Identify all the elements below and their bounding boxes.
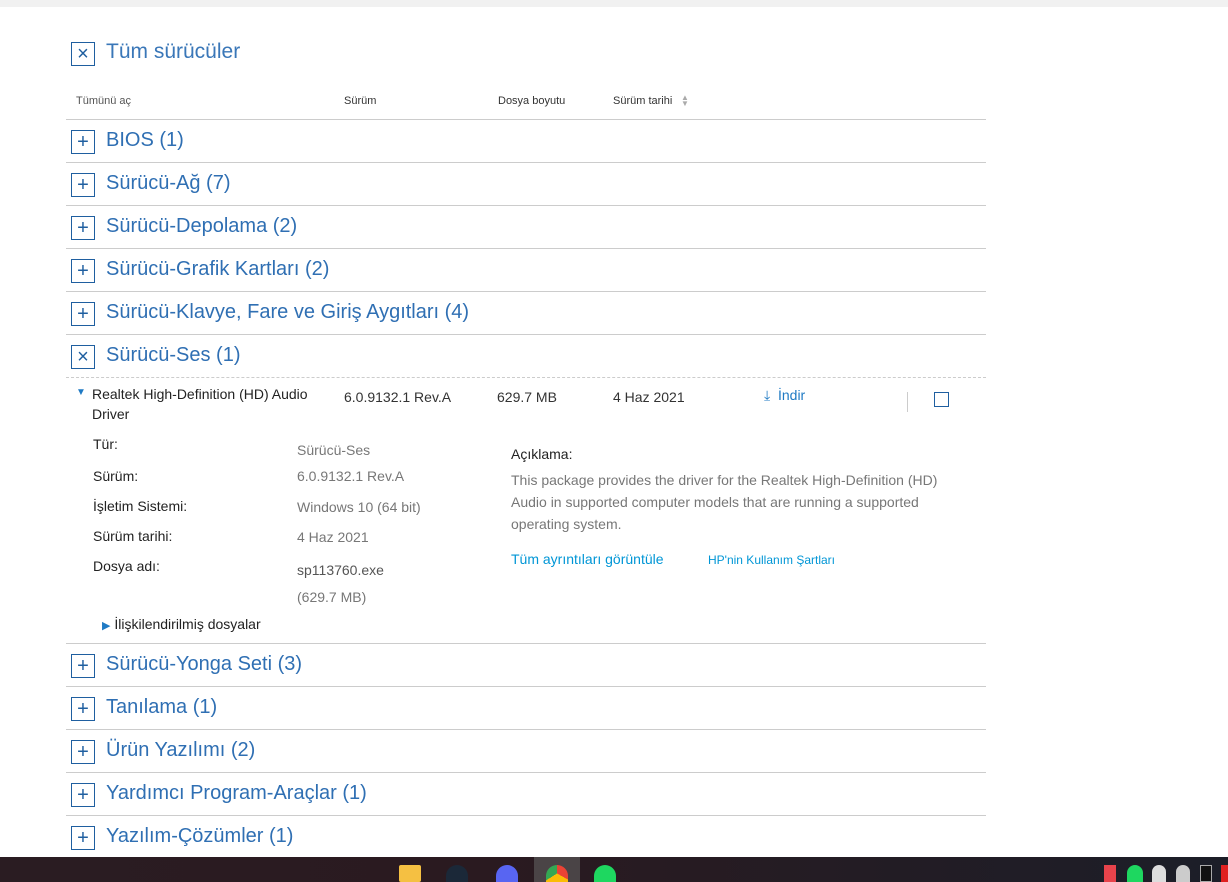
plus-icon: + — [77, 217, 89, 239]
spotify-icon[interactable] — [594, 865, 616, 882]
close-icon: × — [77, 43, 89, 65]
expand-button[interactable]: + — [71, 740, 95, 764]
chrome-icon[interactable] — [546, 865, 568, 882]
detail-value: Windows 10 (64 bit) — [297, 499, 421, 515]
category-row[interactable]: + BIOS (1) — [66, 119, 986, 162]
epic-games-icon[interactable] — [1200, 865, 1212, 882]
category-row[interactable]: + Yazılım-Çözümler (1) — [66, 815, 986, 858]
app-tray-icon[interactable] — [1176, 865, 1190, 882]
plus-icon: + — [77, 303, 89, 325]
file-explorer-icon[interactable] — [399, 865, 421, 882]
expand-button[interactable]: + — [71, 654, 95, 678]
divider — [907, 392, 908, 412]
category-label: Sürücü-Depolama (2) — [106, 215, 298, 237]
discord-tray-icon[interactable] — [1152, 865, 1166, 882]
expand-button[interactable]: + — [71, 130, 95, 154]
expand-all-link[interactable]: Tümünü aç — [76, 95, 131, 107]
collapse-all-button[interactable]: × — [71, 42, 95, 66]
category-row[interactable]: + Tanılama (1) — [66, 686, 986, 729]
plus-icon: + — [77, 131, 89, 153]
related-files-toggle[interactable]: ▶ İlişkilendirilmiş dosyalar — [102, 616, 261, 632]
plus-icon: + — [77, 784, 89, 806]
collapse-button[interactable]: × — [71, 345, 95, 369]
expand-button[interactable]: + — [71, 302, 95, 326]
expand-button[interactable]: + — [71, 259, 95, 283]
column-file-size: Dosya boyutu — [498, 95, 566, 107]
plus-icon: + — [77, 698, 89, 720]
detail-value: sp113760.exe — [297, 562, 384, 578]
category-row[interactable]: + Sürücü-Ağ (7) — [66, 162, 986, 205]
category-row[interactable]: + Sürücü-Depolama (2) — [66, 205, 986, 248]
plus-icon: + — [77, 260, 89, 282]
triangle-down-icon[interactable]: ▼ — [76, 387, 86, 398]
view-all-details-link[interactable]: Tüm ayrıntıları görüntüle — [511, 551, 664, 567]
steam-icon[interactable] — [446, 865, 468, 882]
taskbar — [0, 857, 1228, 882]
category-row[interactable]: + Sürücü-Yonga Seti (3) — [66, 643, 986, 686]
file-size-paren: (629.7 MB) — [297, 589, 367, 605]
detail-key: Sürüm: — [93, 468, 139, 484]
category-label: Sürücü-Klavye, Fare ve Giriş Aygıtları (… — [106, 301, 470, 323]
category-label: BIOS (1) — [106, 129, 184, 151]
category-row[interactable]: + Sürücü-Grafik Kartları (2) — [66, 248, 986, 291]
sort-icon[interactable]: ▲ ▼ — [681, 94, 689, 108]
expand-button[interactable]: + — [71, 783, 95, 807]
expand-button[interactable]: + — [71, 173, 95, 197]
detail-key: İşletim Sistemi: — [93, 498, 188, 514]
detail-key: Dosya adı: — [93, 558, 160, 574]
browser-top-bar — [0, 0, 1228, 7]
expand-button[interactable]: + — [71, 697, 95, 721]
detail-value: 4 Haz 2021 — [297, 529, 369, 545]
category-label: Sürücü-Yonga Seti (3) — [106, 653, 303, 675]
page-title: Tüm sürücüler — [106, 40, 241, 63]
discord-icon[interactable] — [496, 865, 518, 882]
detail-value: Sürücü-Ses — [297, 442, 371, 458]
detail-value: 6.0.9132.1 Rev.A — [297, 468, 405, 484]
driver-size: 629.7 MB — [497, 389, 557, 405]
select-checkbox[interactable] — [934, 392, 949, 407]
driver-name[interactable]: Realtek High-Definition (HD) Audio Drive… — [92, 384, 332, 424]
download-button[interactable]: ⤓ İndir — [764, 387, 805, 404]
plus-icon: + — [77, 827, 89, 849]
plus-icon: + — [77, 741, 89, 763]
related-files-label: İlişkilendirilmiş dosyalar — [114, 616, 261, 632]
download-label: İndir — [777, 387, 806, 403]
expand-button[interactable]: + — [71, 826, 95, 850]
download-icon: ⤓ — [764, 387, 771, 403]
tray-icon[interactable] — [1221, 865, 1228, 882]
close-icon: × — [77, 346, 89, 368]
description-text: This package provides the driver for the… — [511, 472, 938, 532]
category-row[interactable]: + Sürücü-Klavye, Fare ve Giriş Aygıtları … — [66, 291, 986, 334]
category-label: Sürücü-Ağ (7) — [106, 172, 231, 194]
category-row-expanded[interactable]: × Sürücü-Ses (1) — [66, 334, 986, 377]
terms-of-use-link[interactable]: HP'nin Kullanım Şartları — [708, 553, 835, 567]
category-label: Ürün Yazılımı (2) — [106, 739, 256, 761]
column-release-date[interactable]: Sürüm tarihi — [613, 95, 672, 107]
plus-icon: + — [77, 174, 89, 196]
category-label: Tanılama (1) — [106, 696, 218, 718]
category-row[interactable]: + Yardımcı Program-Araçlar (1) — [66, 772, 986, 815]
category-label: Yazılım-Çözümler (1) — [106, 825, 294, 847]
driver-date: 4 Haz 2021 — [613, 389, 685, 405]
valorant-icon[interactable] — [1104, 865, 1116, 882]
driver-version: 6.0.9132.1 Rev.A — [344, 389, 452, 405]
plus-icon: + — [77, 655, 89, 677]
category-row[interactable]: + Ürün Yazılımı (2) — [66, 729, 986, 772]
column-version: Sürüm — [344, 95, 377, 107]
triangle-right-icon: ▶ — [102, 620, 111, 632]
expand-button[interactable]: + — [71, 216, 95, 240]
detail-key: Sürüm tarihi: — [93, 528, 173, 544]
category-label: Sürücü-Ses (1) — [106, 344, 241, 366]
category-label: Sürücü-Grafik Kartları (2) — [106, 258, 330, 280]
category-label: Yardımcı Program-Araçlar (1) — [106, 782, 367, 804]
spotify-tray-icon[interactable] — [1127, 865, 1143, 882]
description-title: Açıklama: — [511, 446, 573, 462]
detail-key: Tür: — [93, 436, 118, 452]
